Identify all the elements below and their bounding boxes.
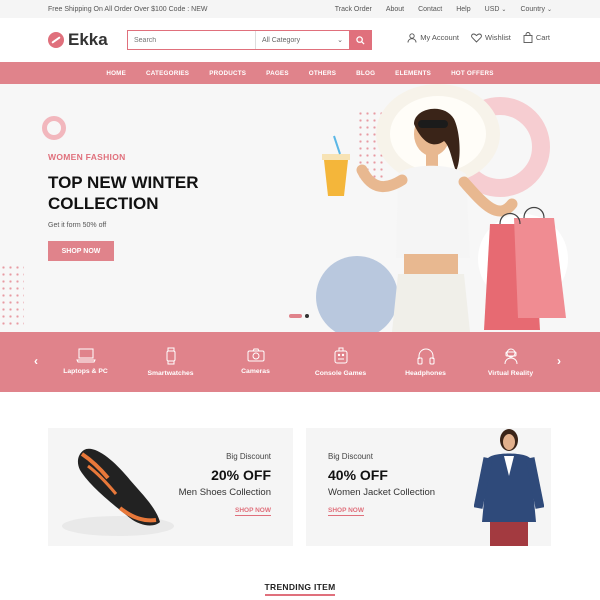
nav-item-home[interactable]: HOME <box>96 70 136 77</box>
banner-men-shoes[interactable]: Big Discount 20% OFF Men Shoes Collectio… <box>48 428 293 546</box>
logo[interactable]: Ekka <box>48 30 128 50</box>
promo-banners: Big Discount 20% OFF Men Shoes Collectio… <box>48 428 551 546</box>
prev-arrow-icon[interactable]: ‹ <box>34 354 38 368</box>
search-icon <box>355 35 365 45</box>
banner-discount: 40% OFF <box>328 467 388 483</box>
category-label: Laptops & PC <box>63 368 108 375</box>
country-label: Country <box>520 5 545 13</box>
track-order-link[interactable]: Track Order <box>335 6 372 13</box>
category-label: Smartwatches <box>147 370 194 377</box>
banner-small-text: Big Discount <box>226 452 271 461</box>
banner-shop-now-link[interactable]: SHOP NOW <box>235 507 271 516</box>
nav-item-blog[interactable]: BLOG <box>346 70 385 77</box>
shoe-image <box>62 448 174 536</box>
chevron-down-icon: ⌄ <box>546 6 552 13</box>
chevron-down-icon: ⌄ <box>337 37 343 44</box>
slider-dot[interactable] <box>305 314 309 318</box>
chevron-down-icon: ⌄ <box>501 6 507 13</box>
category-console-games[interactable]: Console Games <box>298 347 383 377</box>
trending-section-title: TRENDING ITEM <box>0 577 600 596</box>
category-laptops[interactable]: Laptops & PC <box>43 347 128 377</box>
hero-description: Get it form 50% off <box>48 222 107 229</box>
my-account-label: My Account <box>420 33 459 42</box>
banner-shop-now-link[interactable]: SHOP NOW <box>328 507 364 516</box>
category-select-label: All Category <box>262 36 301 44</box>
category-smartwatches[interactable]: Smartwatches <box>128 347 213 377</box>
promo-text: Free Shipping On All Order Over $100 Cod… <box>48 5 208 13</box>
category-select[interactable]: All Category ⌄ <box>255 31 349 49</box>
wishlist-label: Wishlist <box>484 33 511 42</box>
gamepad-icon <box>334 347 347 364</box>
headphones-icon <box>417 348 434 365</box>
category-cameras[interactable]: Cameras <box>213 347 298 377</box>
hero-model-image <box>322 84 566 332</box>
cart-label: Cart <box>535 33 550 42</box>
category-label: Virtual Reality <box>487 370 534 377</box>
banner-title: Women Jacket Collection <box>328 487 436 498</box>
banner-title: Men Shoes Collection <box>178 487 271 498</box>
wishlist-button[interactable]: Wishlist <box>471 32 511 43</box>
hero-slider: WOMEN FASHION TOP NEW WINTER COLLECTION … <box>0 84 600 332</box>
trending-title: TRENDING ITEM <box>264 582 336 596</box>
top-bar: Free Shipping On All Order Over $100 Cod… <box>0 0 600 18</box>
category-label: Headphones <box>405 370 446 377</box>
next-arrow-icon[interactable]: › <box>557 354 561 368</box>
main-nav: HOME CATEGORIES PRODUCTS PAGES OTHERS BL… <box>0 62 600 84</box>
slider-dot-active[interactable] <box>289 314 302 318</box>
nav-item-elements[interactable]: ELEMENTS <box>385 70 441 77</box>
search-bar: All Category ⌄ <box>127 30 372 50</box>
banner-small-text: Big Discount <box>328 452 373 461</box>
country-dropdown[interactable]: Country ⌄ <box>520 6 552 13</box>
hero-content: WOMEN FASHION TOP NEW WINTER COLLECTION … <box>48 152 218 261</box>
nav-item-categories[interactable]: CATEGORIES <box>136 70 199 77</box>
decor-ring <box>42 116 66 140</box>
shop-now-button[interactable]: SHOP NOW <box>48 241 114 261</box>
contact-link[interactable]: Contact <box>418 6 442 13</box>
laptop-icon <box>75 348 96 363</box>
logo-text: Ekka <box>68 30 108 49</box>
currency-label: USD <box>484 5 500 13</box>
nav-item-pages[interactable]: PAGES <box>256 70 299 77</box>
vr-headset-icon <box>504 348 517 365</box>
about-link[interactable]: About <box>386 6 404 13</box>
banner-discount: 20% OFF <box>211 467 271 483</box>
nav-item-hot-offers[interactable]: HOT OFFERS <box>441 70 504 77</box>
category-headphones[interactable]: Headphones <box>383 347 468 377</box>
decor-dots <box>0 264 24 326</box>
slider-pagination <box>289 314 309 318</box>
search-input[interactable] <box>128 31 255 49</box>
camera-icon <box>247 348 264 362</box>
logo-icon <box>48 32 64 48</box>
nav-item-others[interactable]: OTHERS <box>299 70 346 77</box>
search-button[interactable] <box>349 31 371 49</box>
banner-women-jackets[interactable]: Big Discount 40% OFF Women Jacket Collec… <box>306 428 551 546</box>
help-link[interactable]: Help <box>456 6 470 13</box>
category-label: Cameras <box>241 368 270 375</box>
cart-button[interactable]: Cart <box>523 32 550 43</box>
category-virtual-reality[interactable]: Virtual Reality <box>468 347 553 377</box>
hero-title: TOP NEW WINTER COLLECTION <box>48 173 199 213</box>
jacket-model-image <box>474 429 544 546</box>
heart-icon <box>471 33 482 43</box>
hero-subtitle: WOMEN FASHION <box>48 152 126 162</box>
shopping-bag-icon <box>523 32 533 43</box>
currency-dropdown[interactable]: USD ⌄ <box>485 6 507 13</box>
category-label: Console Games <box>314 370 367 377</box>
smartwatch-icon <box>166 347 175 365</box>
category-strip: ‹ Laptops & PC Smartwatches Cameras Cons… <box>0 332 600 392</box>
header: Ekka All Category ⌄ My Account Wishlist … <box>0 18 600 62</box>
user-icon <box>407 32 417 43</box>
my-account-button[interactable]: My Account <box>407 32 459 43</box>
nav-item-products[interactable]: PRODUCTS <box>199 70 256 77</box>
